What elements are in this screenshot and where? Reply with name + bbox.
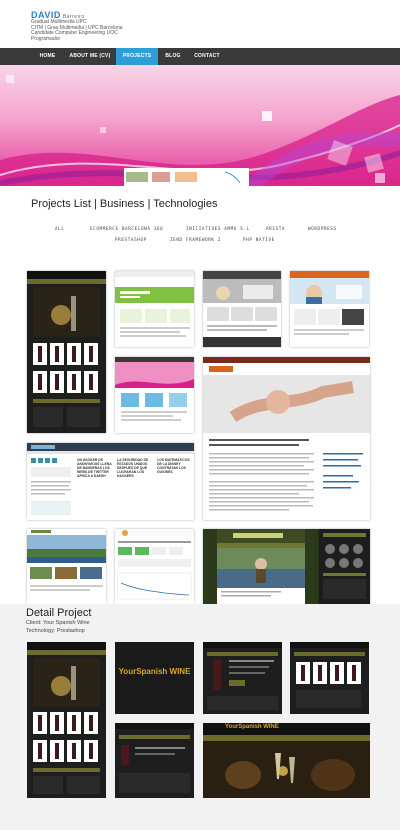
client-label: Client: bbox=[26, 620, 42, 626]
detail-client: Client: Your Spanish Wine bbox=[26, 620, 90, 626]
filter-wordpress[interactable]: WORDPRESS bbox=[308, 227, 337, 232]
green-site-preview bbox=[115, 271, 194, 337]
filter-all[interactable]: ALL bbox=[55, 227, 65, 232]
banner-wine-logo: YourSpanish WINE bbox=[225, 724, 279, 730]
project-thumb-orange-site[interactable] bbox=[290, 271, 369, 347]
project-thumb-dashboard[interactable] bbox=[115, 529, 194, 604]
news-headline-1: UN HACKER DE ANONYMOUS LLENA DE BANDERAS… bbox=[77, 458, 112, 478]
tech-label: Technology: bbox=[26, 628, 56, 634]
project-thumb-dark-gallery[interactable] bbox=[319, 529, 370, 604]
bio: Graduat Multimedia UPC CITM | Grau Multi… bbox=[31, 19, 151, 42]
project-thumb-pink-site[interactable] bbox=[115, 357, 194, 433]
nav-contact[interactable]: CONTACT bbox=[188, 48, 226, 65]
filter-prestashop[interactable]: PRESTASHOP bbox=[115, 238, 147, 243]
detail-image-cart[interactable] bbox=[115, 723, 194, 798]
lake-site-preview bbox=[27, 529, 106, 591]
dark-gallery-preview bbox=[319, 529, 370, 604]
detail-image-product[interactable] bbox=[203, 642, 282, 714]
grey-site-preview bbox=[203, 271, 281, 347]
banner-art bbox=[0, 75, 400, 186]
nav-about-me[interactable]: ABOUT ME (CV) bbox=[64, 48, 116, 65]
article-site-preview bbox=[203, 357, 370, 511]
detail-image-category[interactable] bbox=[290, 642, 369, 714]
news-site-preview bbox=[27, 443, 194, 515]
detail-image-logo[interactable]: YourSpanish WINE bbox=[115, 642, 194, 714]
detail-home-preview bbox=[27, 642, 106, 794]
filter-arista[interactable]: ARISTA bbox=[266, 227, 285, 232]
detail-image-home[interactable] bbox=[27, 642, 106, 798]
main-nav: HOME ABOUT ME (CV) PROJECTS BLOG CONTACT bbox=[0, 48, 400, 65]
news-headline-3: LOS MATEMATICOS DE LA DISNEY CONTRATAN L… bbox=[157, 458, 190, 474]
projects-title: Projects List | Business | Technologies bbox=[31, 198, 218, 210]
wine-shop-preview bbox=[27, 271, 106, 427]
project-thumb-fishing-site[interactable] bbox=[203, 529, 319, 604]
detail-image-banner[interactable]: YourSpanish WINE bbox=[203, 723, 370, 798]
wine-logo: YourSpanish WINE bbox=[115, 667, 194, 676]
hero-banner bbox=[0, 65, 400, 186]
orange-site-preview bbox=[290, 271, 369, 335]
site-header: DAVID Barreiro Graduat Multimedia UPC CIT… bbox=[0, 0, 400, 48]
filter-ecommerce-barcelona[interactable]: ECOMMERCE BARCELONA 360 bbox=[90, 227, 163, 232]
project-thumb-green-site[interactable] bbox=[115, 271, 194, 347]
detail-banner-preview bbox=[203, 723, 370, 798]
detail-title: Detail Project bbox=[26, 607, 92, 619]
wine-logo-text: YourSpanish WINE bbox=[118, 667, 191, 676]
bio-line: Programador bbox=[31, 35, 61, 42]
filter-zend-framework[interactable]: ZEND FRAMEWORK 2 bbox=[170, 238, 221, 243]
filter-iniciatives-ammo[interactable]: INICIATIVES AMMO S.L bbox=[186, 227, 250, 232]
detail-product-preview bbox=[203, 642, 282, 710]
news-headline-2: LA SEGURIDAD DE ESTADOS UNIDOS DESPUES D… bbox=[117, 458, 149, 478]
pink-site-preview bbox=[115, 357, 194, 421]
detail-cart-preview bbox=[115, 723, 194, 793]
project-thumb-news-site[interactable]: UN HACKER DE ANONYMOUS LLENA DE BANDERAS… bbox=[27, 443, 194, 520]
nav-blog[interactable]: BLOG bbox=[158, 48, 188, 65]
fishing-site-preview bbox=[203, 529, 319, 604]
project-thumb-grey-site[interactable] bbox=[203, 271, 281, 347]
client-value: Your Spanish Wine bbox=[43, 620, 90, 626]
dashboard-preview bbox=[115, 529, 194, 600]
project-thumb-lake-site[interactable] bbox=[27, 529, 106, 604]
nav-projects[interactable]: PROJECTS bbox=[116, 48, 158, 65]
detail-category-preview bbox=[290, 642, 369, 708]
project-thumb-wine-shop[interactable] bbox=[27, 271, 106, 433]
project-thumb-article-site[interactable] bbox=[203, 357, 370, 520]
filter-php-native[interactable]: PHP NATIVE bbox=[243, 238, 275, 243]
detail-technology: Technology: Prestashop bbox=[26, 628, 85, 634]
tech-value: Prestashop bbox=[56, 628, 85, 634]
nav-home[interactable]: HOME bbox=[31, 48, 64, 65]
